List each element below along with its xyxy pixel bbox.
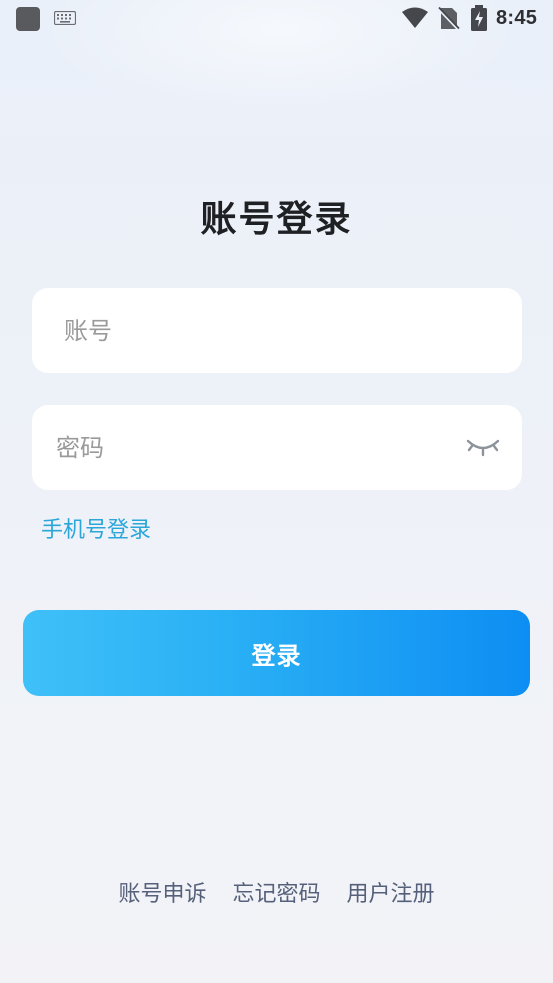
password-input[interactable] [56,405,456,490]
page-title: 账号登录 [200,199,353,240]
password-field[interactable] [32,405,522,490]
wifi-icon [402,7,428,28]
forgot-password-link[interactable]: 忘记密码 [232,876,320,908]
register-link[interactable]: 用户注册 [347,876,435,908]
footer-links: 账号申诉 忘记密码 用户注册 [0,876,553,908]
app-icon [16,7,40,31]
keyboard-icon [54,11,76,25]
account-field[interactable] [32,288,522,373]
account-appeal-link[interactable]: 账号申诉 [118,876,206,908]
phone-login-link[interactable]: 手机号登录 [41,512,151,544]
battery-charging-icon [471,5,487,31]
account-input[interactable] [64,288,464,373]
no-sim-icon [438,6,460,31]
status-time: 8:45 [496,7,538,29]
status-bar: 8:45 [0,0,553,38]
login-button[interactable]: 登录 [23,610,530,696]
eye-closed-icon[interactable] [466,433,500,461]
